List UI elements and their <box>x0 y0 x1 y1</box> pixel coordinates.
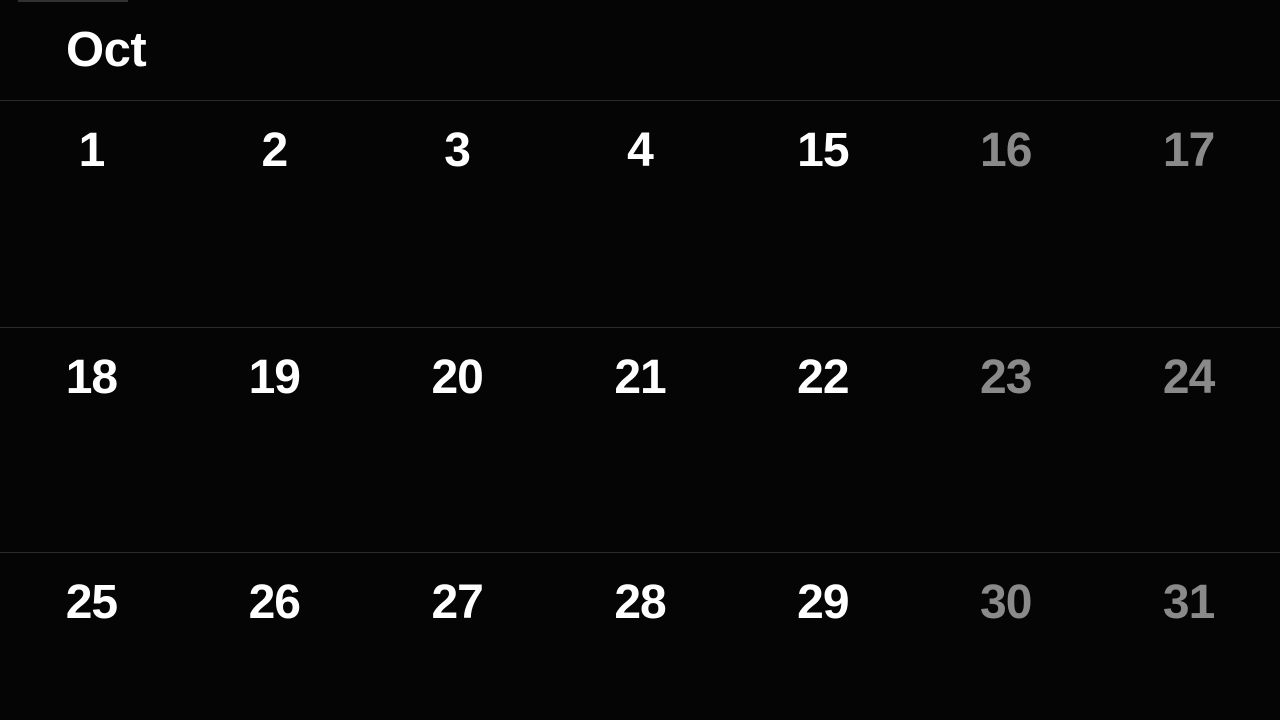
week-row: 1 2 3 4 15 16 17 <box>0 101 1280 327</box>
day-number: 31 <box>1162 576 1215 629</box>
day-cell[interactable]: 30 <box>914 553 1097 720</box>
day-number: 3 <box>444 124 471 177</box>
week-row: 18 19 20 21 22 23 24 <box>0 328 1280 552</box>
day-number: 23 <box>980 351 1032 404</box>
day-cell[interactable]: 18 <box>0 328 183 552</box>
day-cell[interactable]: 3 <box>366 101 549 327</box>
day-number: 25 <box>65 576 118 629</box>
day-number: 29 <box>797 576 849 629</box>
calendar-month-view: Oct 1 2 3 4 15 16 17 18 19 20 21 22 23 24 25 26 27 28 29… <box>0 0 1280 720</box>
day-cell[interactable]: 25 <box>0 553 183 720</box>
day-number: 30 <box>980 576 1032 629</box>
day-cell[interactable]: 28 <box>549 553 732 720</box>
week-row: 25 26 27 28 29 30 31 <box>0 553 1280 720</box>
day-cell[interactable]: 4 <box>549 101 732 327</box>
month-header: Oct <box>0 0 1280 100</box>
day-cell[interactable]: 15 <box>731 101 914 327</box>
day-cell[interactable]: 2 <box>183 101 366 327</box>
day-number: 24 <box>1162 351 1215 404</box>
month-title: Oct <box>66 23 147 77</box>
day-cell[interactable]: 24 <box>1097 328 1280 552</box>
day-number: 1 <box>78 124 106 177</box>
day-number: 15 <box>797 124 849 177</box>
day-cell[interactable]: 27 <box>366 553 549 720</box>
day-number: 18 <box>65 351 118 404</box>
day-number: 4 <box>627 124 654 177</box>
day-cell[interactable]: 16 <box>914 101 1097 327</box>
day-number: 2 <box>261 124 288 177</box>
day-number: 17 <box>1162 124 1215 177</box>
day-number: 22 <box>797 351 849 404</box>
day-cell[interactable]: 1 <box>0 101 183 327</box>
day-cell[interactable]: 21 <box>549 328 732 552</box>
day-number: 26 <box>248 576 301 629</box>
day-cell[interactable]: 31 <box>1097 553 1280 720</box>
day-cell[interactable]: 22 <box>731 328 914 552</box>
day-number: 28 <box>614 576 666 629</box>
day-number: 16 <box>980 124 1032 177</box>
day-number: 21 <box>614 351 666 404</box>
header-artifact-group <box>1020 0 1280 100</box>
day-cell[interactable]: 20 <box>366 328 549 552</box>
day-number: 20 <box>431 351 483 404</box>
day-cell[interactable]: 26 <box>183 553 366 720</box>
day-cell[interactable]: 23 <box>914 328 1097 552</box>
day-number: 27 <box>431 576 483 629</box>
day-cell[interactable]: 19 <box>183 328 366 552</box>
day-cell[interactable]: 17 <box>1097 101 1280 327</box>
day-cell[interactable]: 29 <box>731 553 914 720</box>
day-number: 19 <box>248 351 301 404</box>
